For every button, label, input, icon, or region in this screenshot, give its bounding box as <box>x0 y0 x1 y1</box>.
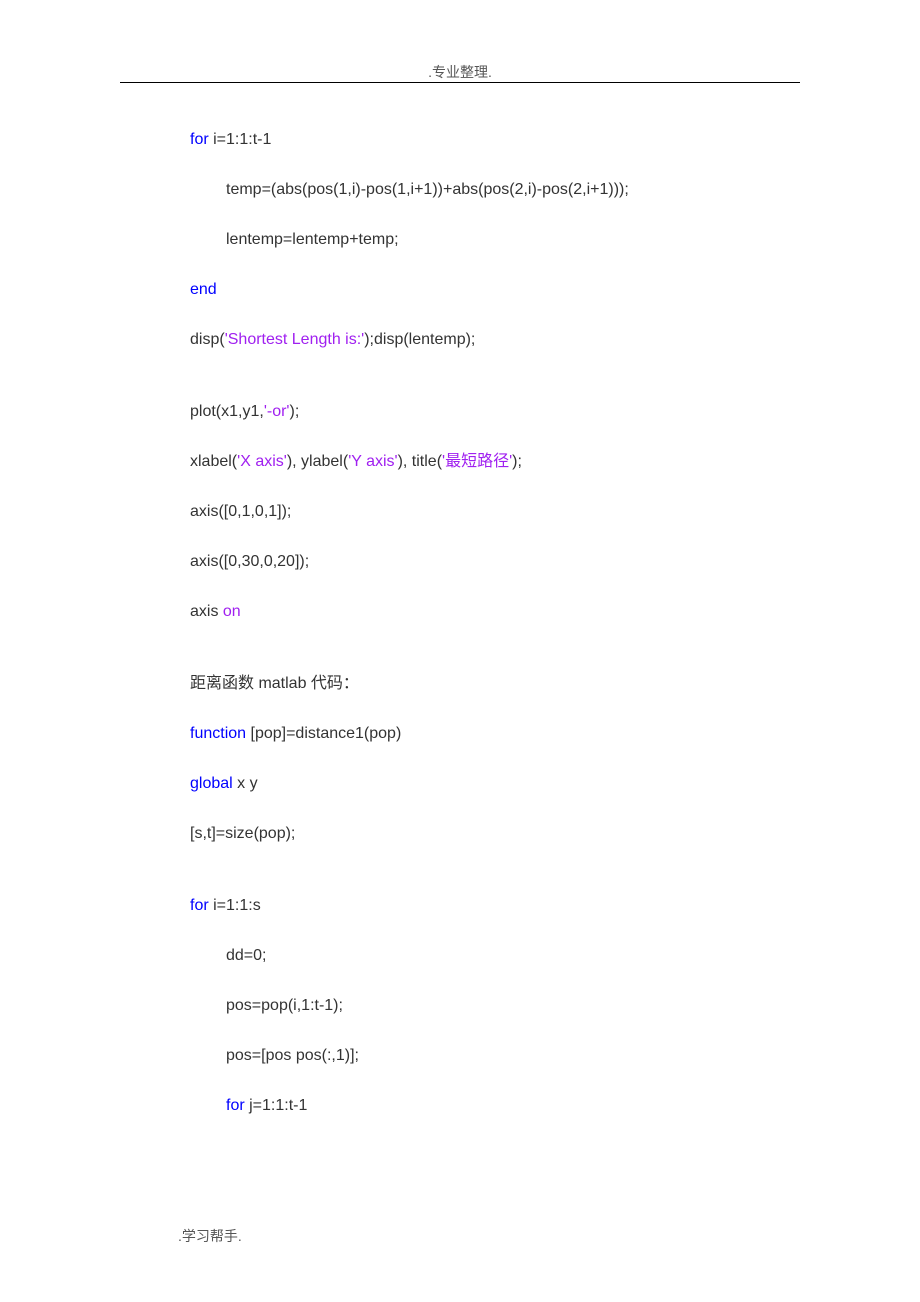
code-text: disp( <box>190 331 225 348</box>
code-text: lentemp=lentemp+temp; <box>226 231 399 248</box>
code-text: axis([0,30,0,20]); <box>190 553 309 570</box>
code-text: axis([0,1,0,1]); <box>190 503 291 520</box>
header-title: .专业整理. <box>428 64 492 80</box>
code-text: axis <box>190 603 223 620</box>
code-line: xlabel('X axis'), ylabel('Y axis'), titl… <box>190 450 750 474</box>
keyword-for: for <box>226 1097 245 1114</box>
code-text: ); <box>512 453 522 470</box>
code-text: i=1:1:s <box>209 897 261 914</box>
page-footer: .学习帮手. <box>178 1226 242 1246</box>
code-line: pos=[pos pos(:,1)]; <box>190 1044 750 1068</box>
code-line: temp=(abs(pos(1,i)-pos(1,i+1))+abs(pos(2… <box>190 178 750 202</box>
code-line: for i=1:1:t-1 <box>190 128 750 152</box>
code-line: lentemp=lentemp+temp; <box>190 228 750 252</box>
code-line: pos=pop(i,1:t-1); <box>190 994 750 1018</box>
code-line: end <box>190 278 750 302</box>
string-literal: 'Y axis' <box>348 453 397 470</box>
keyword-global: global <box>190 775 233 792</box>
keyword-function: function <box>190 725 246 742</box>
code-line: dd=0; <box>190 944 750 968</box>
code-line: function [pop]=distance1(pop) <box>190 722 750 746</box>
code-block: for i=1:1:t-1 temp=(abs(pos(1,i)-pos(1,i… <box>190 128 750 1144</box>
code-text: dd=0; <box>226 947 266 964</box>
code-text: pos=[pos pos(:,1)]; <box>226 1047 359 1064</box>
code-text: );disp(lentemp); <box>364 331 475 348</box>
code-text: i=1:1:t-1 <box>209 131 272 148</box>
page-header: .专业整理. <box>0 62 920 82</box>
code-text: pos=pop(i,1:t-1); <box>226 997 343 1014</box>
code-text: x y <box>233 775 258 792</box>
code-line: axis([0,30,0,20]); <box>190 550 750 574</box>
code-text: ); <box>289 403 299 420</box>
code-text: j=1:1:t-1 <box>245 1097 308 1114</box>
heading-text: 距离函数 matlab 代码： <box>190 675 359 692</box>
string-literal: '-or' <box>264 403 290 420</box>
code-text: ), title( <box>398 453 442 470</box>
code-text: ), ylabel( <box>287 453 348 470</box>
code-line: [s,t]=size(pop); <box>190 822 750 846</box>
code-line: disp('Shortest Length is:');disp(lentemp… <box>190 328 750 352</box>
keyword-end: end <box>190 281 217 298</box>
code-line: axis on <box>190 600 750 624</box>
code-line: plot(x1,y1,'-or'); <box>190 400 750 424</box>
code-line: global x y <box>190 772 750 796</box>
code-text: [pop]=distance1(pop) <box>246 725 401 742</box>
string-literal: '最短路径' <box>442 453 512 470</box>
code-text: [s,t]=size(pop); <box>190 825 295 842</box>
code-text: plot(x1,y1, <box>190 403 264 420</box>
header-divider <box>120 82 800 83</box>
string-literal: 'Shortest Length is:' <box>225 331 365 348</box>
footer-text: .学习帮手. <box>178 1228 242 1244</box>
keyword-for: for <box>190 131 209 148</box>
string-literal: on <box>223 603 241 620</box>
code-line: axis([0,1,0,1]); <box>190 500 750 524</box>
code-text: xlabel( <box>190 453 237 470</box>
keyword-for: for <box>190 897 209 914</box>
code-text: temp=(abs(pos(1,i)-pos(1,i+1))+abs(pos(2… <box>226 181 629 198</box>
section-heading: 距离函数 matlab 代码： <box>190 672 750 696</box>
code-line: for i=1:1:s <box>190 894 750 918</box>
string-literal: 'X axis' <box>237 453 287 470</box>
code-line: for j=1:1:t-1 <box>190 1094 750 1118</box>
